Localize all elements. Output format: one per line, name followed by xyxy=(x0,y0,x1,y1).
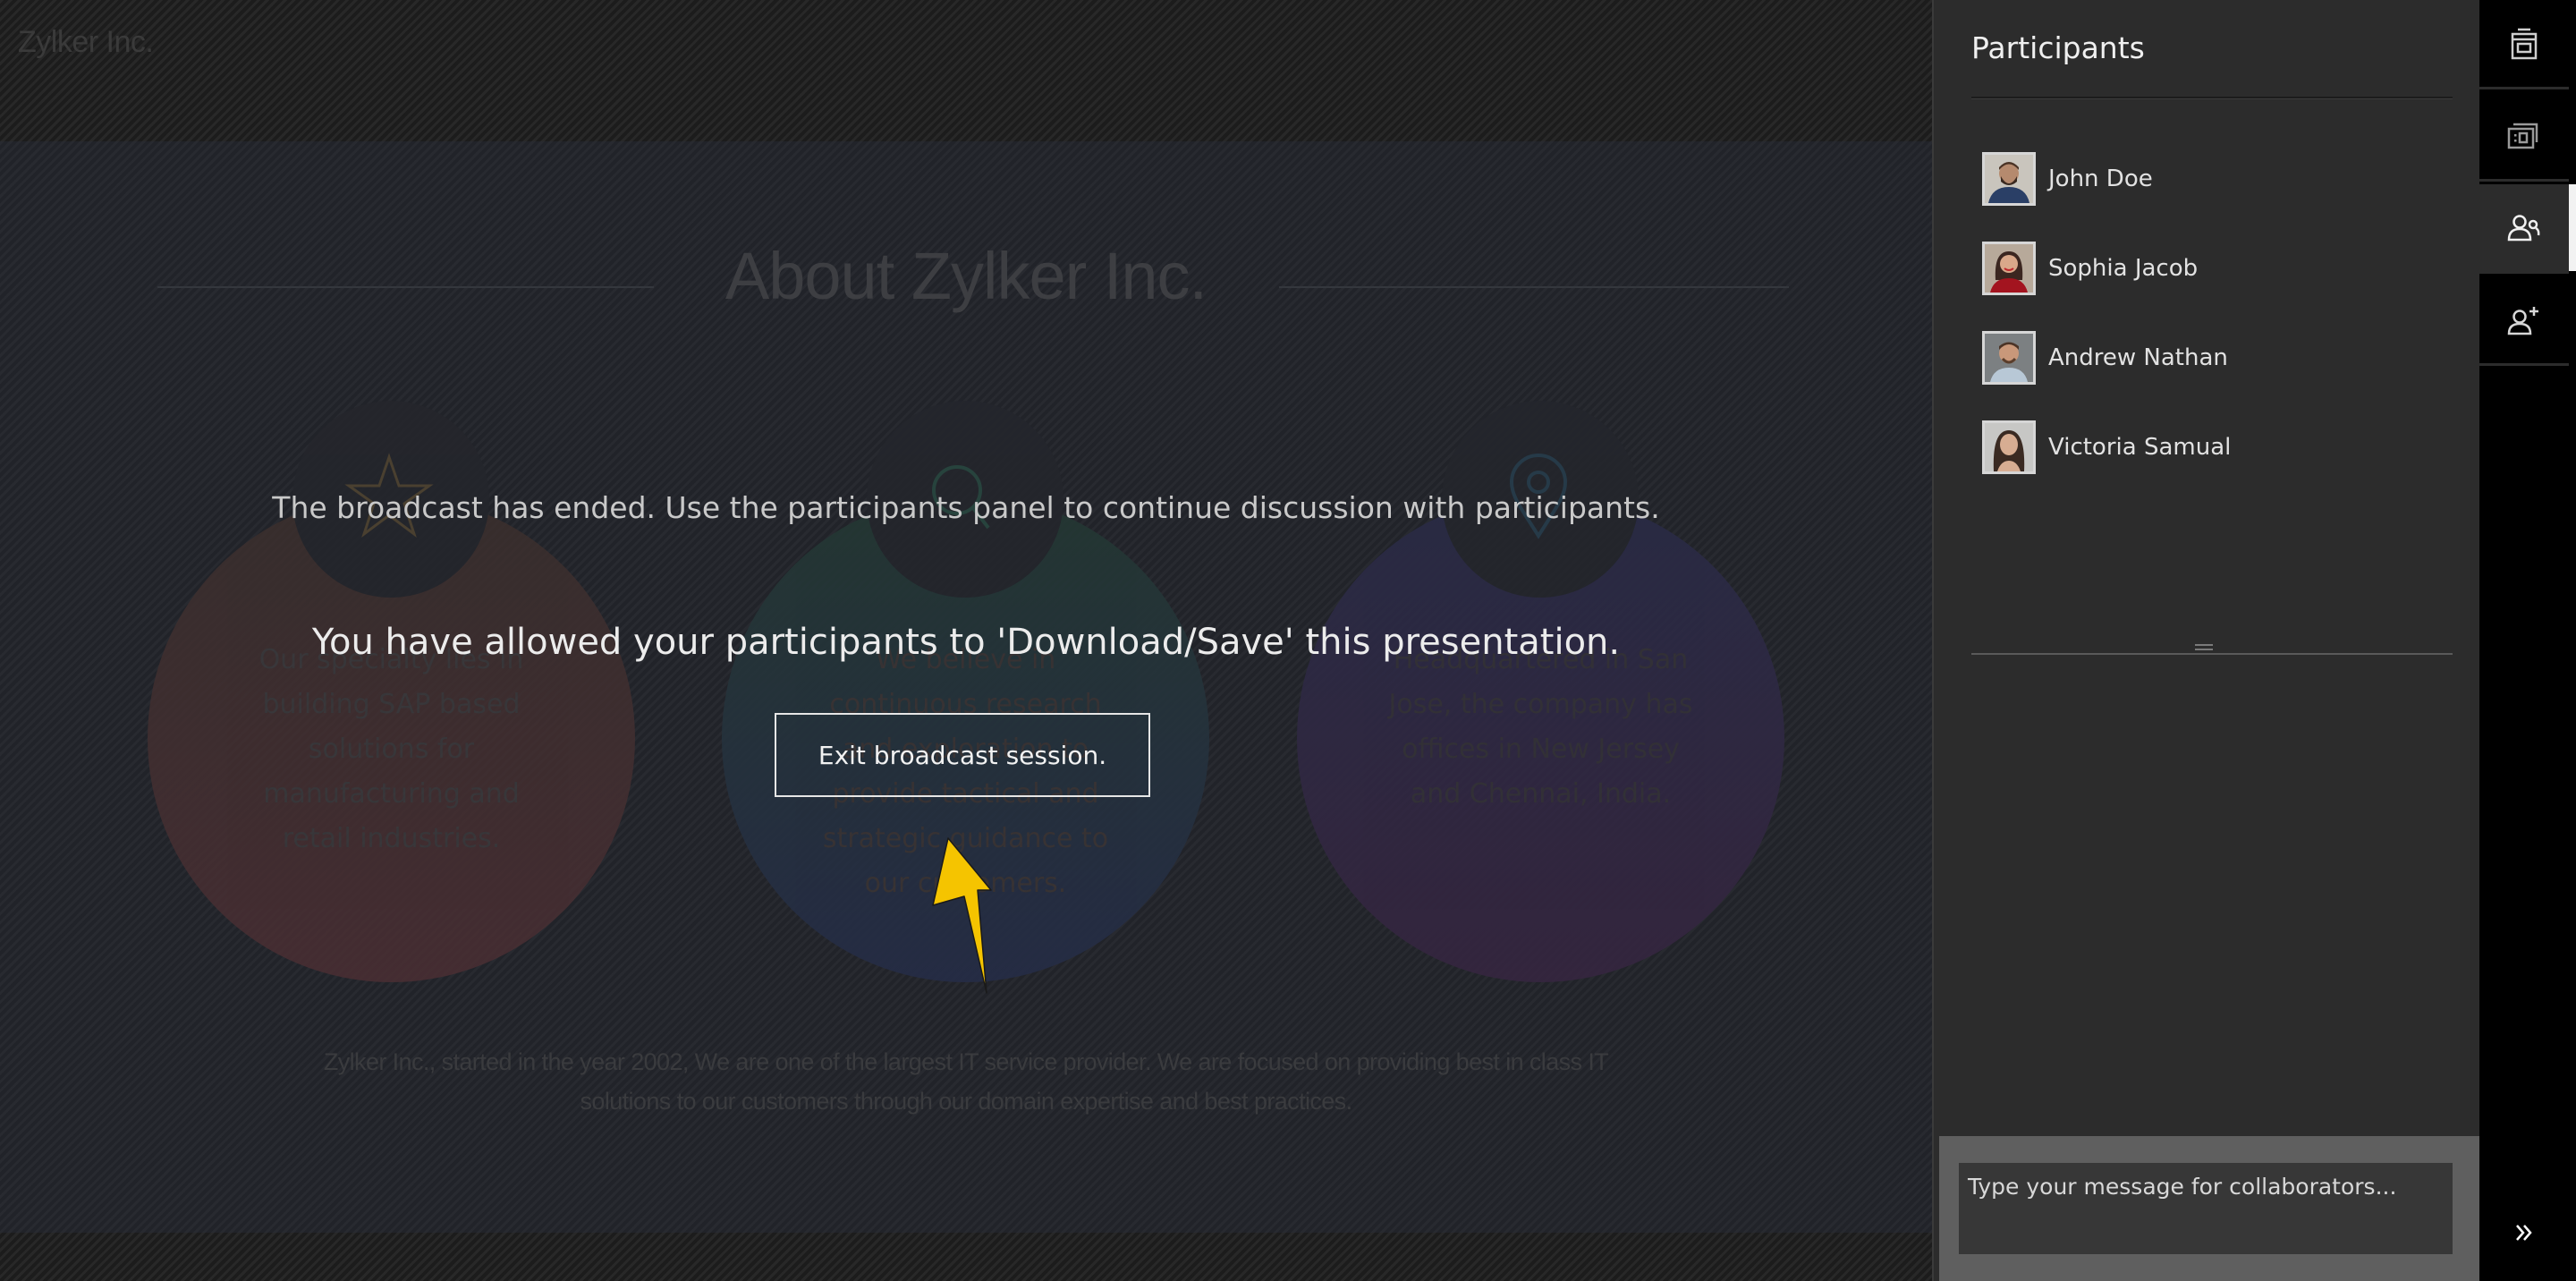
participant-name: John Doe xyxy=(2048,165,2153,192)
download-permission-message: You have allowed your participants to 'D… xyxy=(311,622,1621,663)
participants-icon xyxy=(2507,214,2540,241)
message-input[interactable] xyxy=(1959,1163,2453,1254)
collapse-panel-button[interactable] xyxy=(2504,1213,2544,1252)
double-chevron-right-icon xyxy=(2516,1225,2532,1241)
panel-resize-handle[interactable] xyxy=(1971,644,2453,655)
feature-card-text: Headquartered in San Jose, the company h… xyxy=(1388,644,1693,810)
pointer-arrow-icon xyxy=(932,837,992,994)
participant-list: John Doe Sophia Jacob Andrew Nathan Vict… xyxy=(1982,134,2447,492)
message-composer xyxy=(1939,1136,2479,1281)
slide-notes-icon xyxy=(2511,28,2538,59)
avatar xyxy=(1982,420,2036,474)
participant-item[interactable]: Andrew Nathan xyxy=(1982,313,2447,403)
slide-footer-text: Zylker Inc., started in the year 2002, W… xyxy=(323,1048,1609,1115)
rail-button-add-participant[interactable] xyxy=(2479,276,2569,366)
resize-grip-icon xyxy=(2195,644,2213,650)
rail-button-participants[interactable] xyxy=(2479,184,2576,274)
participant-name: Victoria Samual xyxy=(2048,434,2232,461)
panel-title-divider xyxy=(1971,97,2453,99)
brand-logo-text: Zylker Inc. xyxy=(18,25,154,59)
slide-title: About Zylker Inc. xyxy=(724,239,1208,313)
feature-card-headquarters: Headquartered in San Jose, the company h… xyxy=(1297,401,1784,982)
avatar xyxy=(1982,242,2036,295)
participant-item[interactable]: Victoria Samual xyxy=(1982,403,2447,492)
participant-name: Sophia Jacob xyxy=(2048,255,2199,282)
avatar xyxy=(1982,152,2036,206)
rail-button-notes[interactable] xyxy=(2479,0,2569,89)
broadcast-ended-message: The broadcast has ended. Use the partici… xyxy=(272,490,1660,525)
slides-panel-icon xyxy=(2507,123,2538,148)
rail-button-slides[interactable] xyxy=(2479,92,2569,182)
exit-broadcast-button[interactable]: Exit broadcast session. xyxy=(775,713,1150,797)
presentation-stage: Zylker Inc. About Zylker Inc. Our specia… xyxy=(0,0,1932,1281)
participants-panel: Participants John Doe Sophia Jacob Andre… xyxy=(1932,0,2479,1281)
feature-card-text: Our specialty lies in building SAP based… xyxy=(258,644,524,854)
participant-item[interactable]: John Doe xyxy=(1982,134,2447,224)
avatar xyxy=(1982,331,2036,385)
side-icon-rail xyxy=(2479,0,2576,1281)
participant-name: Andrew Nathan xyxy=(2048,344,2228,371)
slide-title-row: About Zylker Inc. xyxy=(0,238,1932,327)
participant-item[interactable]: Sophia Jacob xyxy=(1982,224,2447,313)
panel-title: Participants xyxy=(1971,30,2145,65)
add-participant-icon xyxy=(2507,306,2538,335)
feature-card-specialty: Our specialty lies in building SAP based… xyxy=(148,401,635,982)
